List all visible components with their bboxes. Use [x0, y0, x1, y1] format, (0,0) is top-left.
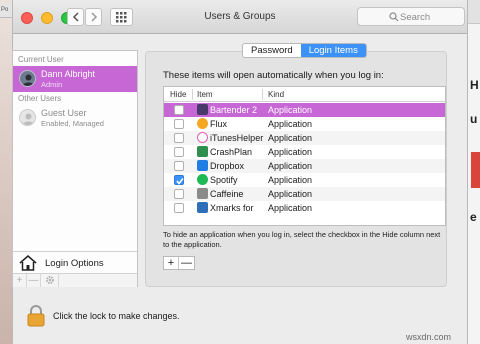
spotify-icon [197, 174, 208, 185]
item-name: Bartender 2 [210, 105, 258, 115]
background-letter: H [470, 78, 479, 92]
item-kind: Application [268, 203, 313, 213]
table-row[interactable]: Caffeine Application [164, 187, 445, 201]
search-icon [389, 12, 399, 22]
avatar [19, 109, 36, 126]
item-kind: Application [268, 161, 313, 171]
table-row[interactable]: Spotify Application [164, 173, 445, 187]
tab-password[interactable]: Password [243, 44, 301, 57]
xmarks-icon [197, 202, 208, 213]
tab-control: Password Login Items [242, 43, 367, 58]
search-field[interactable]: Search [357, 7, 465, 26]
remove-login-item-button[interactable]: — [179, 257, 194, 269]
hide-checkbox[interactable] [174, 203, 184, 213]
lock-message: Click the lock to make changes. [53, 311, 180, 321]
add-user-button[interactable]: + [13, 274, 27, 287]
checkmark-icon [176, 178, 184, 185]
tab-login-items[interactable]: Login Items [300, 44, 366, 57]
crashplan-icon [197, 146, 208, 157]
column-header-kind[interactable]: Kind [268, 90, 284, 99]
flux-icon [197, 118, 208, 129]
item-kind: Application [268, 175, 313, 185]
remove-user-button[interactable]: — [27, 274, 41, 287]
item-kind: Application [268, 189, 313, 199]
user-item-dann-albright[interactable]: Dann Albright Admin [13, 66, 137, 92]
caffeine-icon [197, 188, 208, 199]
title-bar: Users & Groups Search [13, 0, 467, 34]
hide-checkbox[interactable] [174, 161, 184, 171]
login-options-item[interactable]: Login Options [13, 251, 137, 273]
table-row[interactable]: Bartender 2 Application [164, 103, 445, 117]
table-header: Hide Item Kind [164, 87, 445, 102]
background-red-button [471, 152, 480, 188]
background-tab: Po [0, 4, 12, 18]
avatar [19, 70, 36, 87]
background-toolbar [468, 0, 480, 24]
current-user-header: Current User [18, 55, 64, 64]
watermark: wsxdn.com [406, 332, 452, 342]
hide-checkbox[interactable] [174, 175, 184, 185]
background-app-left: Po [0, 0, 12, 344]
user-item-guest-user[interactable]: Guest User Enabled, Managed [13, 105, 137, 131]
users-sidebar: Current User Dann Albright Admin Other U… [12, 50, 138, 287]
item-name: Xmarks for [210, 203, 254, 213]
bartender-icon [197, 104, 208, 115]
lock-icon[interactable] [27, 305, 45, 327]
item-name: Dropbox [210, 161, 245, 171]
hide-help-text: To hide an application when you log in, … [163, 230, 441, 249]
column-header-item[interactable]: Item [197, 90, 213, 99]
item-name: Flux [210, 119, 228, 129]
table-row[interactable]: Xmarks for Application [164, 201, 445, 215]
user-name: Dann Albright [41, 69, 96, 79]
item-name: Spotify [210, 175, 238, 185]
itunes-icon [197, 132, 208, 143]
hide-checkbox[interactable] [174, 133, 184, 143]
gear-icon [45, 276, 54, 284]
login-options-label: Login Options [45, 258, 104, 269]
house-icon [19, 255, 37, 271]
background-app-right: H u e [468, 0, 480, 344]
table-row[interactable]: iTunesHelper Application [164, 131, 445, 145]
login-items-button-bar: + — [163, 256, 195, 270]
add-login-item-button[interactable]: + [164, 257, 179, 269]
other-users-header: Other Users [18, 94, 62, 103]
hide-checkbox[interactable] [174, 105, 184, 115]
search-placeholder: Search [400, 12, 431, 23]
item-name: Caffeine [210, 189, 244, 199]
background-letter: e [470, 210, 477, 224]
hide-checkbox[interactable] [174, 119, 184, 129]
column-header-hide[interactable]: Hide [170, 90, 186, 99]
login-items-intro: These items will open automatically when… [163, 70, 384, 81]
table-row[interactable]: Flux Application [164, 117, 445, 131]
background-letter: u [470, 112, 478, 126]
item-kind: Application [268, 119, 313, 129]
user-role: Admin [41, 80, 63, 89]
dropbox-icon [197, 160, 208, 171]
item-kind: Application [268, 105, 313, 115]
item-name: CrashPlan [210, 147, 253, 157]
hide-checkbox[interactable] [174, 189, 184, 199]
item-kind: Application [268, 133, 313, 143]
table-row[interactable]: Dropbox Application [164, 159, 445, 173]
user-name: Guest User [41, 108, 87, 118]
hide-checkbox[interactable] [174, 147, 184, 157]
login-items-table: Hide Item Kind Bartender 2 Application F… [163, 86, 446, 226]
action-menu-button[interactable] [41, 274, 59, 287]
item-name: iTunesHelper [210, 133, 264, 143]
table-row[interactable]: CrashPlan Application [164, 145, 445, 159]
sidebar-button-bar: + — [13, 273, 137, 287]
user-status: Enabled, Managed [41, 119, 104, 128]
item-kind: Application [268, 147, 313, 157]
